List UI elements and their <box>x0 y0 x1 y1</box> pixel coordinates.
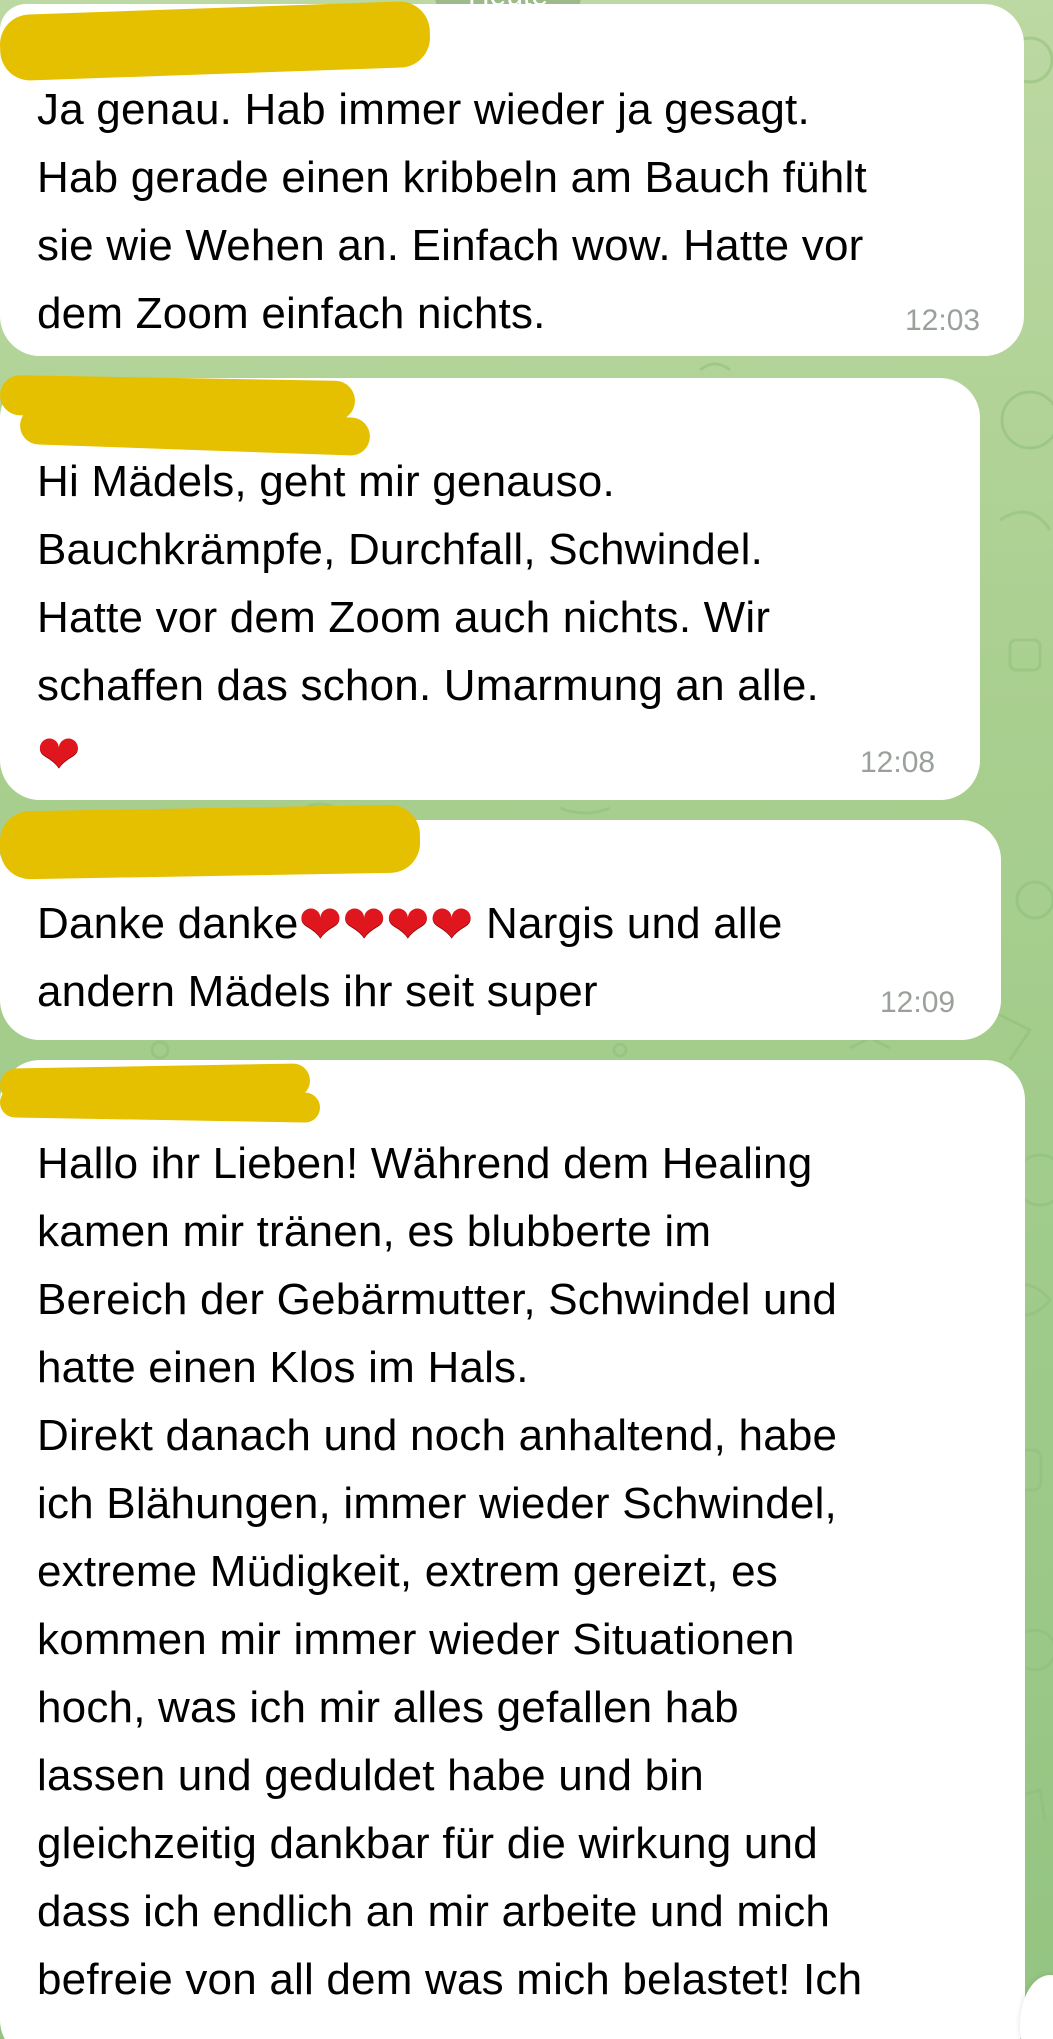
message-text: Danke danke❤❤❤❤ Nargis und alle andern M… <box>37 895 783 1016</box>
chat-view[interactable]: Heute Ja genau. Hab immer wieder ja gesa… <box>0 0 1053 2039</box>
redacted-sender-name <box>0 1087 321 1123</box>
message-text: Ja genau. Hab immer wieder ja gesagt. Ha… <box>37 85 867 338</box>
redacted-sender-name <box>0 804 421 880</box>
heart-emoji: ❤❤❤❤ <box>298 895 474 955</box>
message-text: Hallo ihr Lieben! Während dem Healing ka… <box>37 1139 863 2004</box>
message-timestamp: 12:03 <box>905 304 981 337</box>
message-timestamp: 12:08 <box>860 746 936 779</box>
message-text: Hi Mädels, geht mir genauso. Bauchkrämpf… <box>37 457 819 785</box>
heart-emoji: ❤ <box>37 725 81 785</box>
message-timestamp: 12:09 <box>880 986 956 1019</box>
